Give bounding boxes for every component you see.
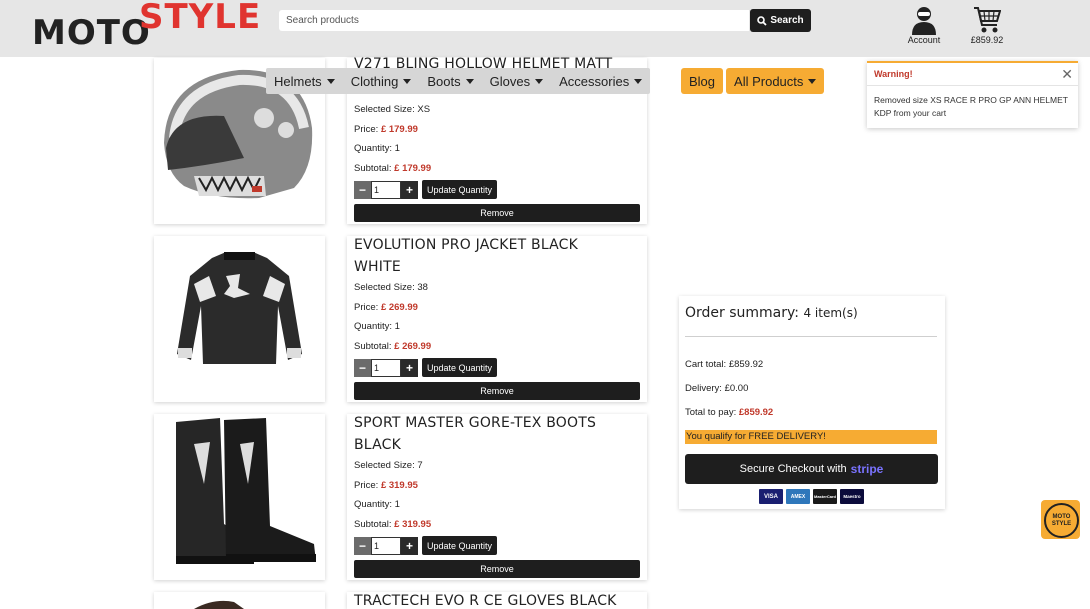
logo-moto-text: MOTO [32, 13, 151, 53]
account-link[interactable]: Account [900, 5, 948, 45]
quantity-stepper: − 1 + Update Quantity [354, 180, 640, 199]
boots-image [176, 418, 316, 564]
decrease-quantity-button[interactable]: − [354, 536, 371, 555]
product-image-card[interactable] [154, 236, 325, 402]
nav-blog[interactable]: Blog [681, 68, 724, 94]
product-title-line2[interactable]: BLACK [354, 434, 640, 456]
quantity-input[interactable]: 1 [371, 180, 401, 199]
subtotal: Subtotal: £ 179.99 [354, 162, 432, 174]
caret-down-icon [634, 78, 643, 84]
secondary-nav: Blog All Products [681, 68, 825, 94]
product-title-line1[interactable]: SPORT MASTER GORE-TEX BOOTS [354, 412, 640, 434]
mastercard-icon: MasterCard [813, 489, 837, 504]
price: Price: £ 269.99 [354, 301, 418, 313]
user-icon [912, 7, 936, 35]
search-button-label: Search [770, 15, 804, 26]
item-count: 4 item(s) [803, 306, 858, 320]
caret-down-icon [535, 78, 544, 84]
quantity: Quantity: 1 [354, 321, 400, 332]
quantity-input[interactable]: 1 [371, 536, 401, 555]
search-icon [757, 15, 767, 26]
cart-link[interactable]: £859.92 [963, 5, 1011, 45]
cart-item-card: SPORT MASTER GORE-TEX BOOTS BLACK Select… [347, 414, 647, 580]
remove-button[interactable]: Remove [354, 560, 640, 578]
price: Price: £ 179.99 [354, 123, 418, 135]
increase-quantity-button[interactable]: + [401, 180, 418, 199]
toast-title: Warning! [874, 69, 913, 79]
site-logo[interactable]: MOTO STYLE [32, 0, 272, 57]
divider [685, 336, 937, 337]
selected-size: Selected Size: 7 [354, 460, 423, 471]
product-image-card[interactable] [154, 414, 325, 580]
caret-down-icon [403, 78, 412, 84]
remove-button[interactable]: Remove [354, 382, 640, 400]
update-quantity-button[interactable]: Update Quantity [422, 180, 498, 199]
subtotal: Subtotal: £ 269.99 [354, 340, 432, 352]
cart-total: £859.92 [970, 35, 1004, 45]
secure-checkout-button[interactable]: Secure Checkout with stripe [685, 454, 938, 484]
caret-down-icon [808, 78, 817, 84]
search-input[interactable]: Search products [279, 10, 749, 31]
selected-size: Selected Size: XS [354, 104, 431, 115]
cart-icon [974, 7, 1001, 33]
stripe-logo: stripe [850, 462, 884, 476]
update-quantity-button[interactable]: Update Quantity [422, 358, 498, 377]
nav-boots[interactable]: Boots [419, 68, 481, 94]
caret-down-icon [465, 78, 474, 84]
order-summary: Order summary: 4 item(s) Cart total: £85… [679, 296, 945, 509]
nav-helmets[interactable]: Helmets [266, 68, 343, 94]
account-label: Account [907, 35, 941, 45]
product-image-card[interactable] [154, 592, 325, 609]
decrease-quantity-button[interactable]: − [354, 180, 371, 199]
visa-icon: VISA [759, 489, 783, 504]
nav-clothing[interactable]: Clothing [343, 68, 420, 94]
warning-toast: Warning! ✕ Removed size XS RACE R PRO GP… [867, 61, 1078, 128]
quantity: Quantity: 1 [354, 499, 400, 510]
quantity: Quantity: 1 [354, 143, 400, 154]
payment-card-logos: VISA AMEX MasterCard Maestro [759, 489, 864, 504]
quantity-input[interactable]: 1 [371, 358, 401, 377]
motostyle-badge[interactable]: MOTO STYLE [1041, 500, 1080, 539]
jacket-image [177, 252, 302, 364]
badge-logo-icon: MOTO STYLE [1044, 503, 1079, 538]
toast-message: Removed size XS RACE R PRO GP ANN HELMET… [874, 95, 1068, 118]
product-title-line1[interactable]: EVOLUTION PRO JACKET BLACK [354, 234, 640, 256]
caret-down-icon [326, 78, 335, 84]
price: Price: £ 319.95 [354, 479, 418, 491]
increase-quantity-button[interactable]: + [401, 358, 418, 377]
remove-button[interactable]: Remove [354, 204, 640, 222]
free-delivery-banner: You qualify for FREE DELIVERY! [685, 430, 937, 444]
toast-header: Warning! ✕ [867, 63, 1078, 86]
subtotal: Subtotal: £ 319.95 [354, 518, 432, 530]
close-icon[interactable]: ✕ [1061, 66, 1073, 83]
delivery-line: Delivery: £0.00 [685, 383, 749, 394]
search-button[interactable]: Search [750, 9, 811, 32]
gloves-image [194, 600, 244, 609]
amex-icon: AMEX [786, 489, 810, 504]
quantity-stepper: − 1 + Update Quantity [354, 358, 640, 377]
cart-total-line: Cart total: £859.92 [685, 359, 764, 370]
decrease-quantity-button[interactable]: − [354, 358, 371, 377]
maestro-icon: Maestro [840, 489, 864, 504]
order-summary-title: Order summary: 4 item(s) [685, 305, 858, 321]
cart-item-card: EVOLUTION PRO JACKET BLACK WHITE Selecte… [347, 236, 647, 402]
total-to-pay-line: Total to pay: £859.92 [685, 407, 774, 418]
cart-item-card: TRACTECH EVO R CE GLOVES BLACK [347, 592, 647, 609]
category-nav: Helmets Clothing Boots Gloves Accessorie… [266, 68, 651, 94]
selected-size: Selected Size: 38 [354, 282, 428, 293]
increase-quantity-button[interactable]: + [401, 536, 418, 555]
site-header: MOTO STYLE Search products Search Accoun… [0, 0, 1090, 57]
product-title[interactable]: TRACTECH EVO R CE GLOVES BLACK [354, 592, 640, 609]
quantity-stepper: − 1 + Update Quantity [354, 536, 640, 555]
nav-accessories[interactable]: Accessories [551, 68, 650, 94]
nav-gloves[interactable]: Gloves [482, 68, 551, 94]
nav-all-products[interactable]: All Products [726, 68, 825, 94]
logo-style-text: STYLE [139, 0, 262, 37]
product-title-line2[interactable]: WHITE [354, 256, 640, 278]
update-quantity-button[interactable]: Update Quantity [422, 536, 498, 555]
